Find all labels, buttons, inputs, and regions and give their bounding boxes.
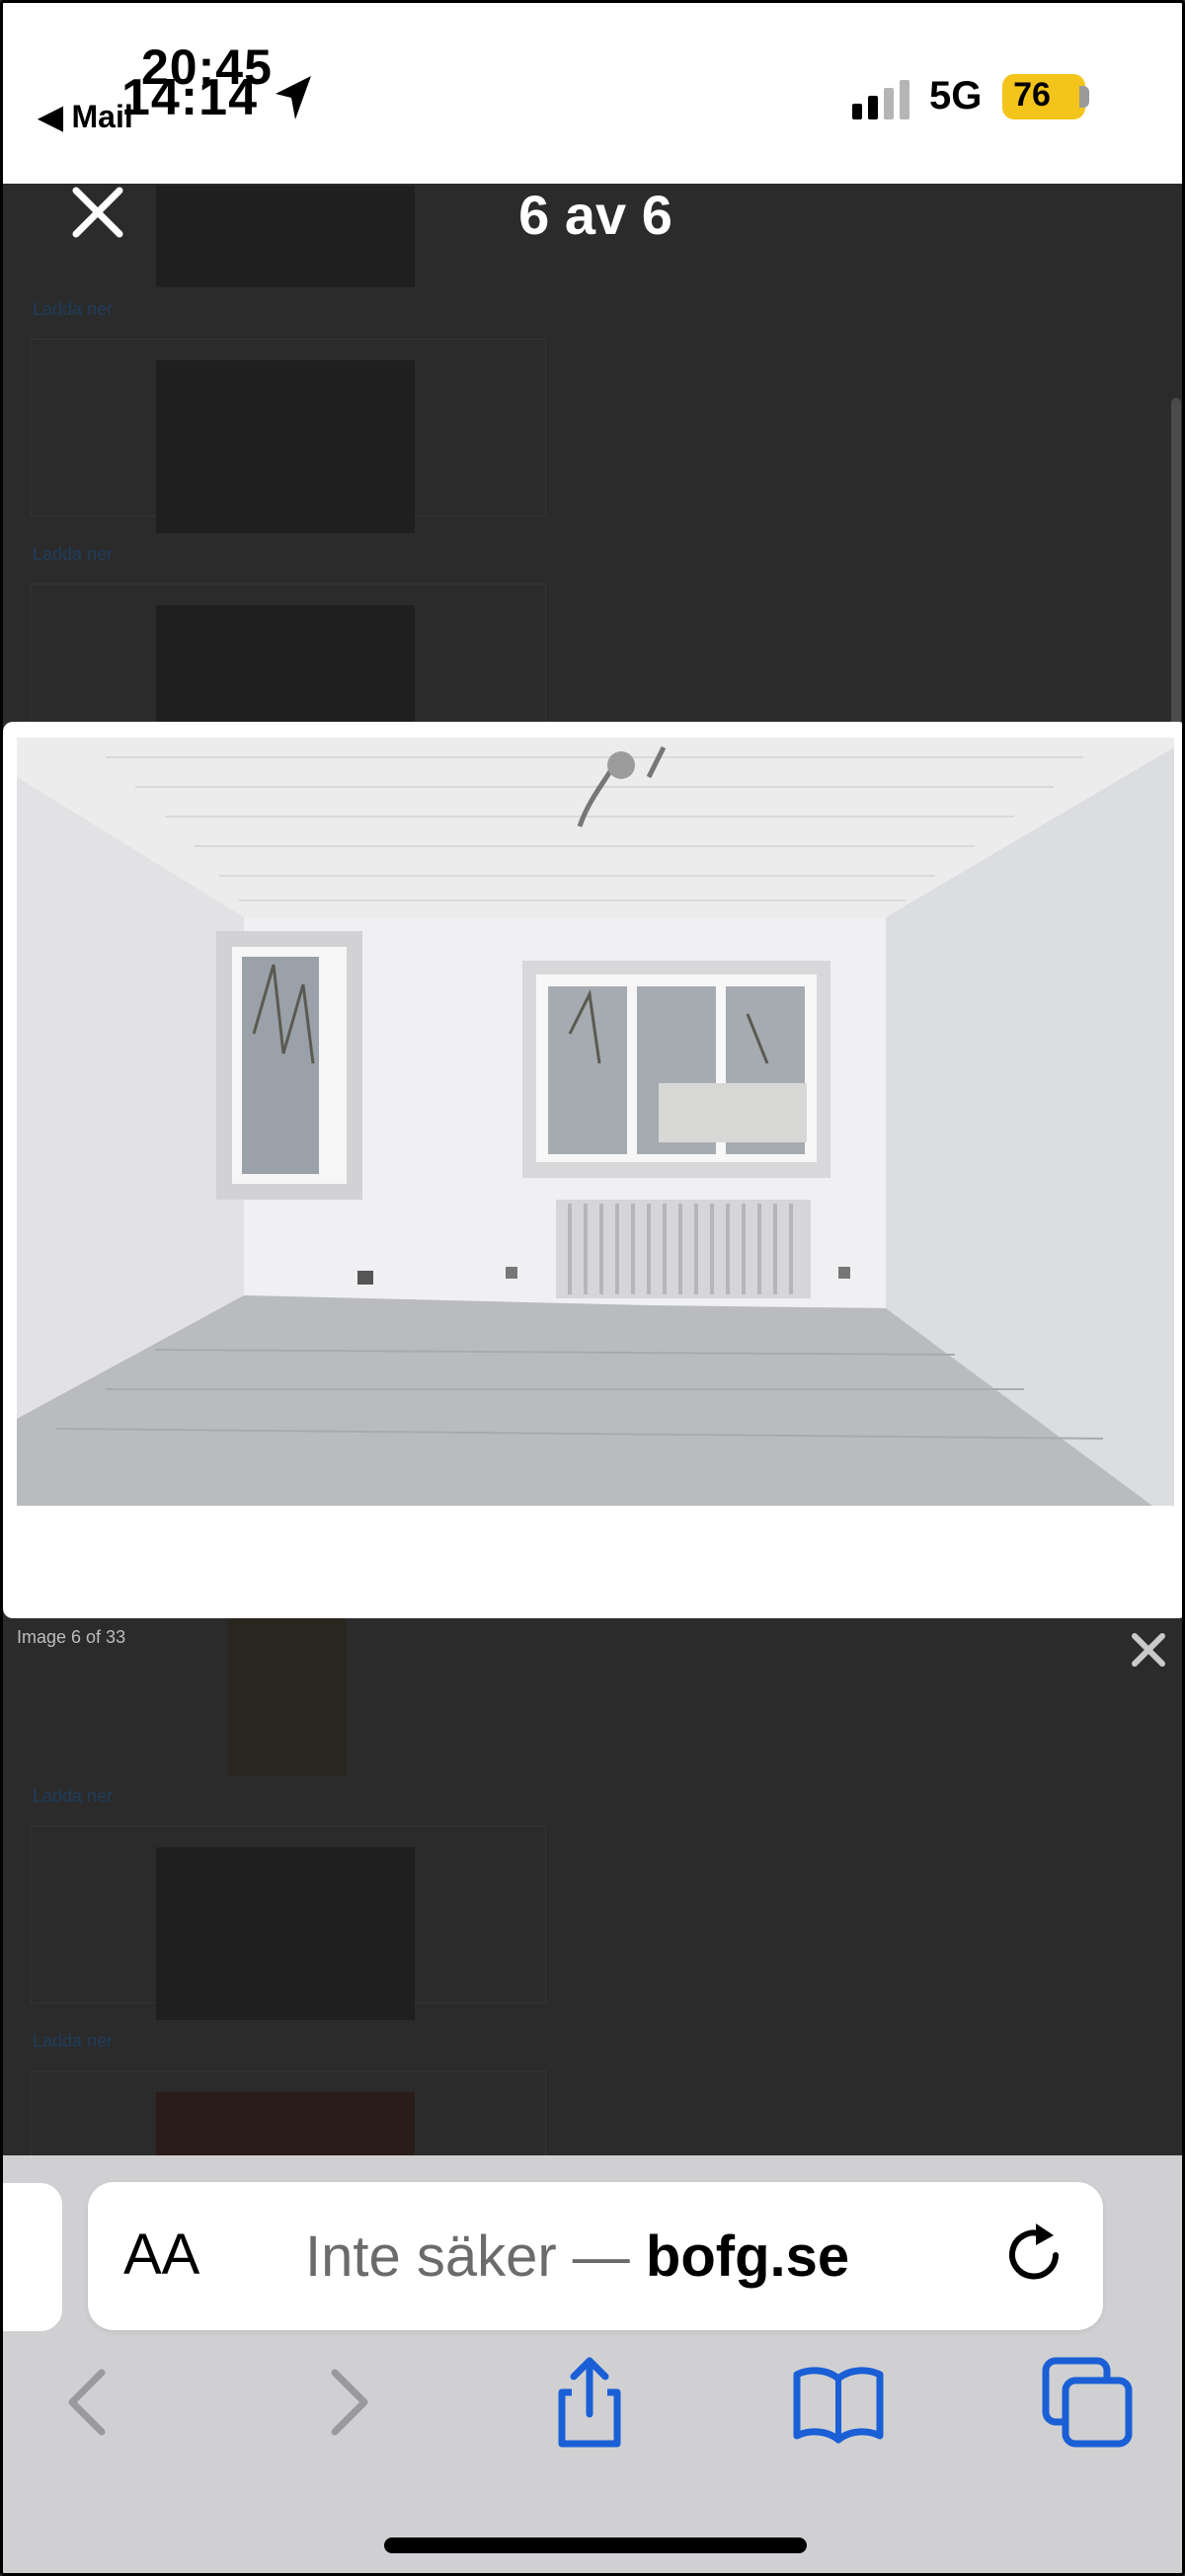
- download-link[interactable]: Ladda ner: [33, 299, 113, 320]
- home-indicator[interactable]: [384, 2537, 807, 2553]
- network-type: 5G: [929, 74, 983, 117]
- background-thumbnail: [228, 1618, 347, 1776]
- background-thumbnail: [156, 1847, 415, 2020]
- room-photo-illustration: [17, 738, 1174, 1506]
- signal-bars-icon: [852, 80, 909, 119]
- url-security-label: Inte säker —: [305, 2225, 646, 2289]
- download-link[interactable]: Ladda ner: [33, 2031, 113, 2052]
- background-thumbnail: [156, 605, 415, 722]
- text-size-button[interactable]: AA: [123, 2222, 199, 2288]
- lightbox-close-icon[interactable]: [1129, 1630, 1168, 1670]
- back-to-mail-link[interactable]: ◀ Mail: [39, 98, 133, 135]
- url-domain: bofg.se: [645, 2225, 850, 2289]
- battery-level: 76: [1013, 76, 1051, 114]
- battery-tip: [1079, 86, 1089, 108]
- url-text[interactable]: Inte säker — bofg.se: [305, 2224, 849, 2290]
- download-link[interactable]: Ladda ner: [33, 544, 113, 565]
- address-bar[interactable]: AA Inte säker — bofg.se: [88, 2182, 1103, 2330]
- previous-tab-preview[interactable]: [3, 2183, 62, 2331]
- location-arrow-icon: [276, 76, 311, 119]
- battery-icon: 76: [1002, 74, 1085, 119]
- room-photo[interactable]: [17, 738, 1174, 1506]
- background-thumbnail: [156, 2092, 415, 2155]
- back-app-label: Mail: [71, 99, 133, 134]
- forward-arrow-icon[interactable]: [297, 2353, 396, 2452]
- image-counter: 6 av 6: [518, 184, 672, 246]
- image-caption: Image 6 of 33: [17, 1627, 126, 1647]
- reload-icon[interactable]: [996, 2216, 1075, 2295]
- bookmarks-icon[interactable]: [789, 2353, 888, 2452]
- background-thumbnail: [156, 360, 415, 533]
- status-bar: 20:45 14:14 ◀ Mail 5G 76: [3, 3, 1182, 184]
- tabs-icon[interactable]: [1038, 2353, 1137, 2452]
- screen: Ladda ner Ladda ner Ladda ner Ladda ner …: [0, 0, 1185, 2576]
- download-link[interactable]: Ladda ner: [33, 1786, 113, 1807]
- back-triangle-icon: ◀: [39, 99, 72, 134]
- back-arrow-icon[interactable]: [40, 2353, 139, 2452]
- share-icon[interactable]: [540, 2353, 639, 2452]
- status-time: 14:14: [121, 69, 258, 126]
